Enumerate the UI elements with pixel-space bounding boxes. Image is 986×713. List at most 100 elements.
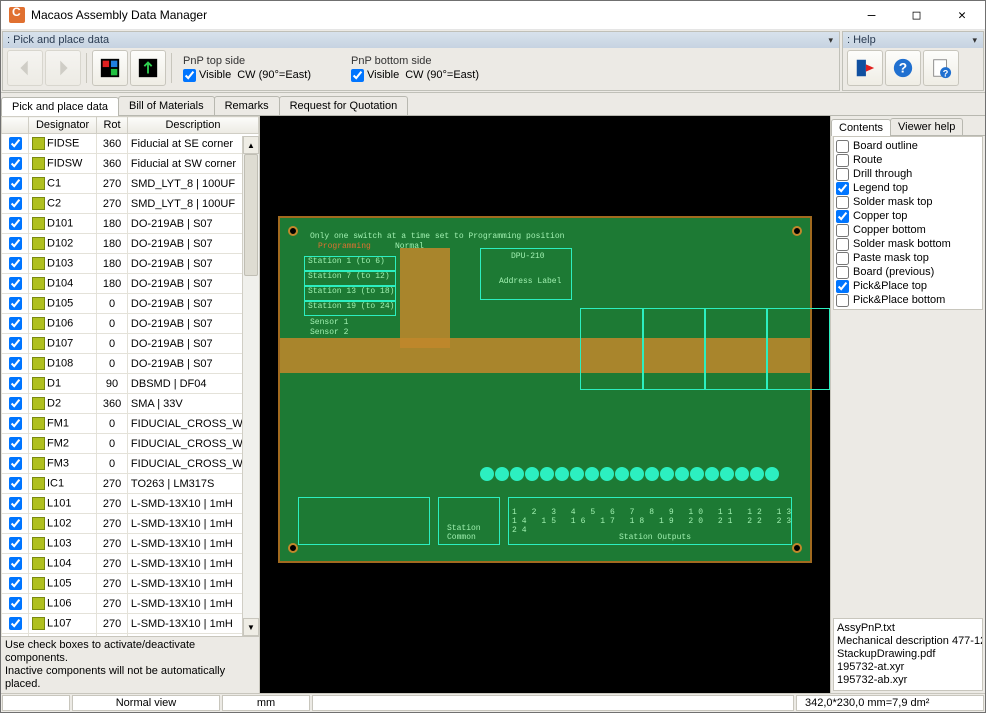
row-checkbox[interactable] [9,217,22,230]
close-button[interactable]: ✕ [939,1,985,29]
table-row[interactable]: FM10FIDUCIAL_CROSS_WI... [2,414,259,434]
layer-row[interactable]: Solder mask bottom [836,237,980,251]
table-row[interactable]: D101180DO-219AB | S07 [2,214,259,234]
row-checkbox[interactable] [9,197,22,210]
table-row[interactable]: D1060DO-219AB | S07 [2,314,259,334]
row-checkbox[interactable] [9,257,22,270]
layer-checkbox[interactable] [836,210,849,223]
import-pnp-button[interactable] [92,50,128,86]
pnp-top-rotation[interactable]: CW (90°=East) [237,69,311,81]
file-item[interactable]: 195732-at.xyr [837,661,979,674]
tab-bom[interactable]: Bill of Materials [118,96,215,115]
minimize-button[interactable]: ― [849,1,894,29]
pcb-viewer[interactable]: Only one switch at a time set to Program… [260,116,830,693]
table-row[interactable]: L105270L-SMD-13X10 | 1mH [2,574,259,594]
layer-row[interactable]: Board (previous) [836,265,980,279]
scroll-down-icon[interactable]: ▼ [243,618,259,636]
help-button[interactable]: ? [885,50,921,86]
row-checkbox[interactable] [9,617,22,630]
layer-row[interactable]: Copper bottom [836,223,980,237]
table-row[interactable]: FM30FIDUCIAL_CROSS_WI... [2,454,259,474]
row-checkbox[interactable] [9,337,22,350]
pnp-bottom-visible-checkbox[interactable]: Visible [351,69,399,82]
tab-remarks[interactable]: Remarks [214,96,280,115]
col-description[interactable]: Description [127,117,258,134]
next-button[interactable] [45,50,81,86]
layer-row[interactable]: Copper top [836,209,980,223]
panel-collapse-icon[interactable]: ▾ [828,35,833,46]
table-scrollbar[interactable]: ▲ ▼ [242,136,259,636]
row-checkbox[interactable] [9,517,22,530]
table-row[interactable]: D1080DO-219AB | S07 [2,354,259,374]
table-row[interactable]: L107270L-SMD-13X10 | 1mH [2,614,259,634]
layer-row[interactable]: Drill through [836,167,980,181]
table-row[interactable]: L103270L-SMD-13X10 | 1mH [2,534,259,554]
table-row[interactable]: C1270SMD_LYT_8 | 100UF [2,174,259,194]
table-row[interactable]: L106270L-SMD-13X10 | 1mH [2,594,259,614]
layer-checkbox[interactable] [836,238,849,251]
tab-contents[interactable]: Contents [831,119,891,136]
row-checkbox[interactable] [9,597,22,610]
maximize-button[interactable]: □ [894,1,939,29]
layer-checkbox[interactable] [836,294,849,307]
row-checkbox[interactable] [9,297,22,310]
pnp-top-visible-checkbox[interactable]: Visible [183,69,231,82]
row-checkbox[interactable] [9,137,22,150]
row-checkbox[interactable] [9,497,22,510]
layer-row[interactable]: Board outline [836,139,980,153]
table-row[interactable]: D2360SMA | 33V [2,394,259,414]
prev-button[interactable] [7,50,43,86]
row-checkbox[interactable] [9,437,22,450]
layer-checkbox[interactable] [836,224,849,237]
context-help-button[interactable]: ? [923,50,959,86]
table-row[interactable]: C2270SMD_LYT_8 | 100UF [2,194,259,214]
row-checkbox[interactable] [9,557,22,570]
table-row[interactable]: D104180DO-219AB | S07 [2,274,259,294]
table-row[interactable]: L104270L-SMD-13X10 | 1mH [2,554,259,574]
row-checkbox[interactable] [9,397,22,410]
layer-row[interactable]: Paste mask top [836,251,980,265]
pnp-bottom-rotation[interactable]: CW (90°=East) [405,69,479,81]
table-row[interactable]: L101270L-SMD-13X10 | 1mH [2,494,259,514]
layer-row[interactable]: Pick&Place bottom [836,293,980,307]
row-checkbox[interactable] [9,577,22,590]
export-pnp-button[interactable] [130,50,166,86]
tab-viewer-help[interactable]: Viewer help [890,118,963,135]
layer-checkbox[interactable] [836,280,849,293]
layer-row[interactable]: Solder mask top [836,195,980,209]
col-designator[interactable]: Designator [29,117,97,134]
table-row[interactable]: FIDSE360Fiducial at SE corner [2,134,259,154]
table-row[interactable]: FM20FIDUCIAL_CROSS_WI... [2,434,259,454]
table-row[interactable]: L102270L-SMD-13X10 | 1mH [2,514,259,534]
row-checkbox[interactable] [9,317,22,330]
row-checkbox[interactable] [9,177,22,190]
table-row[interactable]: D103180DO-219AB | S07 [2,254,259,274]
table-row[interactable]: L108270L-SMD-13X10 | 1mH [2,634,259,637]
layer-checkbox[interactable] [836,266,849,279]
layer-checkbox[interactable] [836,140,849,153]
layer-checkbox[interactable] [836,154,849,167]
tab-rfq[interactable]: Request for Quotation [279,96,409,115]
row-checkbox[interactable] [9,477,22,490]
file-item[interactable]: 195732-ab.xyr [837,674,979,687]
row-checkbox[interactable] [9,417,22,430]
table-row[interactable]: D102180DO-219AB | S07 [2,234,259,254]
row-checkbox[interactable] [9,157,22,170]
layer-checkbox[interactable] [836,252,849,265]
layer-row[interactable]: Legend top [836,181,980,195]
layer-row[interactable]: Route [836,153,980,167]
file-item[interactable]: Mechanical description 477-12 [837,635,979,648]
table-row[interactable]: D190DBSMD | DF04 [2,374,259,394]
row-checkbox[interactable] [9,237,22,250]
layer-checkbox[interactable] [836,196,849,209]
layer-checkbox[interactable] [836,182,849,195]
col-rot[interactable]: Rot [97,117,128,134]
layer-row[interactable]: Pick&Place top [836,279,980,293]
row-checkbox[interactable] [9,277,22,290]
table-row[interactable]: IC1270TO263 | LM317S [2,474,259,494]
table-row[interactable]: FIDSW360Fiducial at SW corner [2,154,259,174]
table-row[interactable]: D1070DO-219AB | S07 [2,334,259,354]
table-row[interactable]: D1050DO-219AB | S07 [2,294,259,314]
panel-collapse-icon[interactable]: ▾ [972,35,977,46]
tab-pick-and-place[interactable]: Pick and place data [1,97,119,116]
